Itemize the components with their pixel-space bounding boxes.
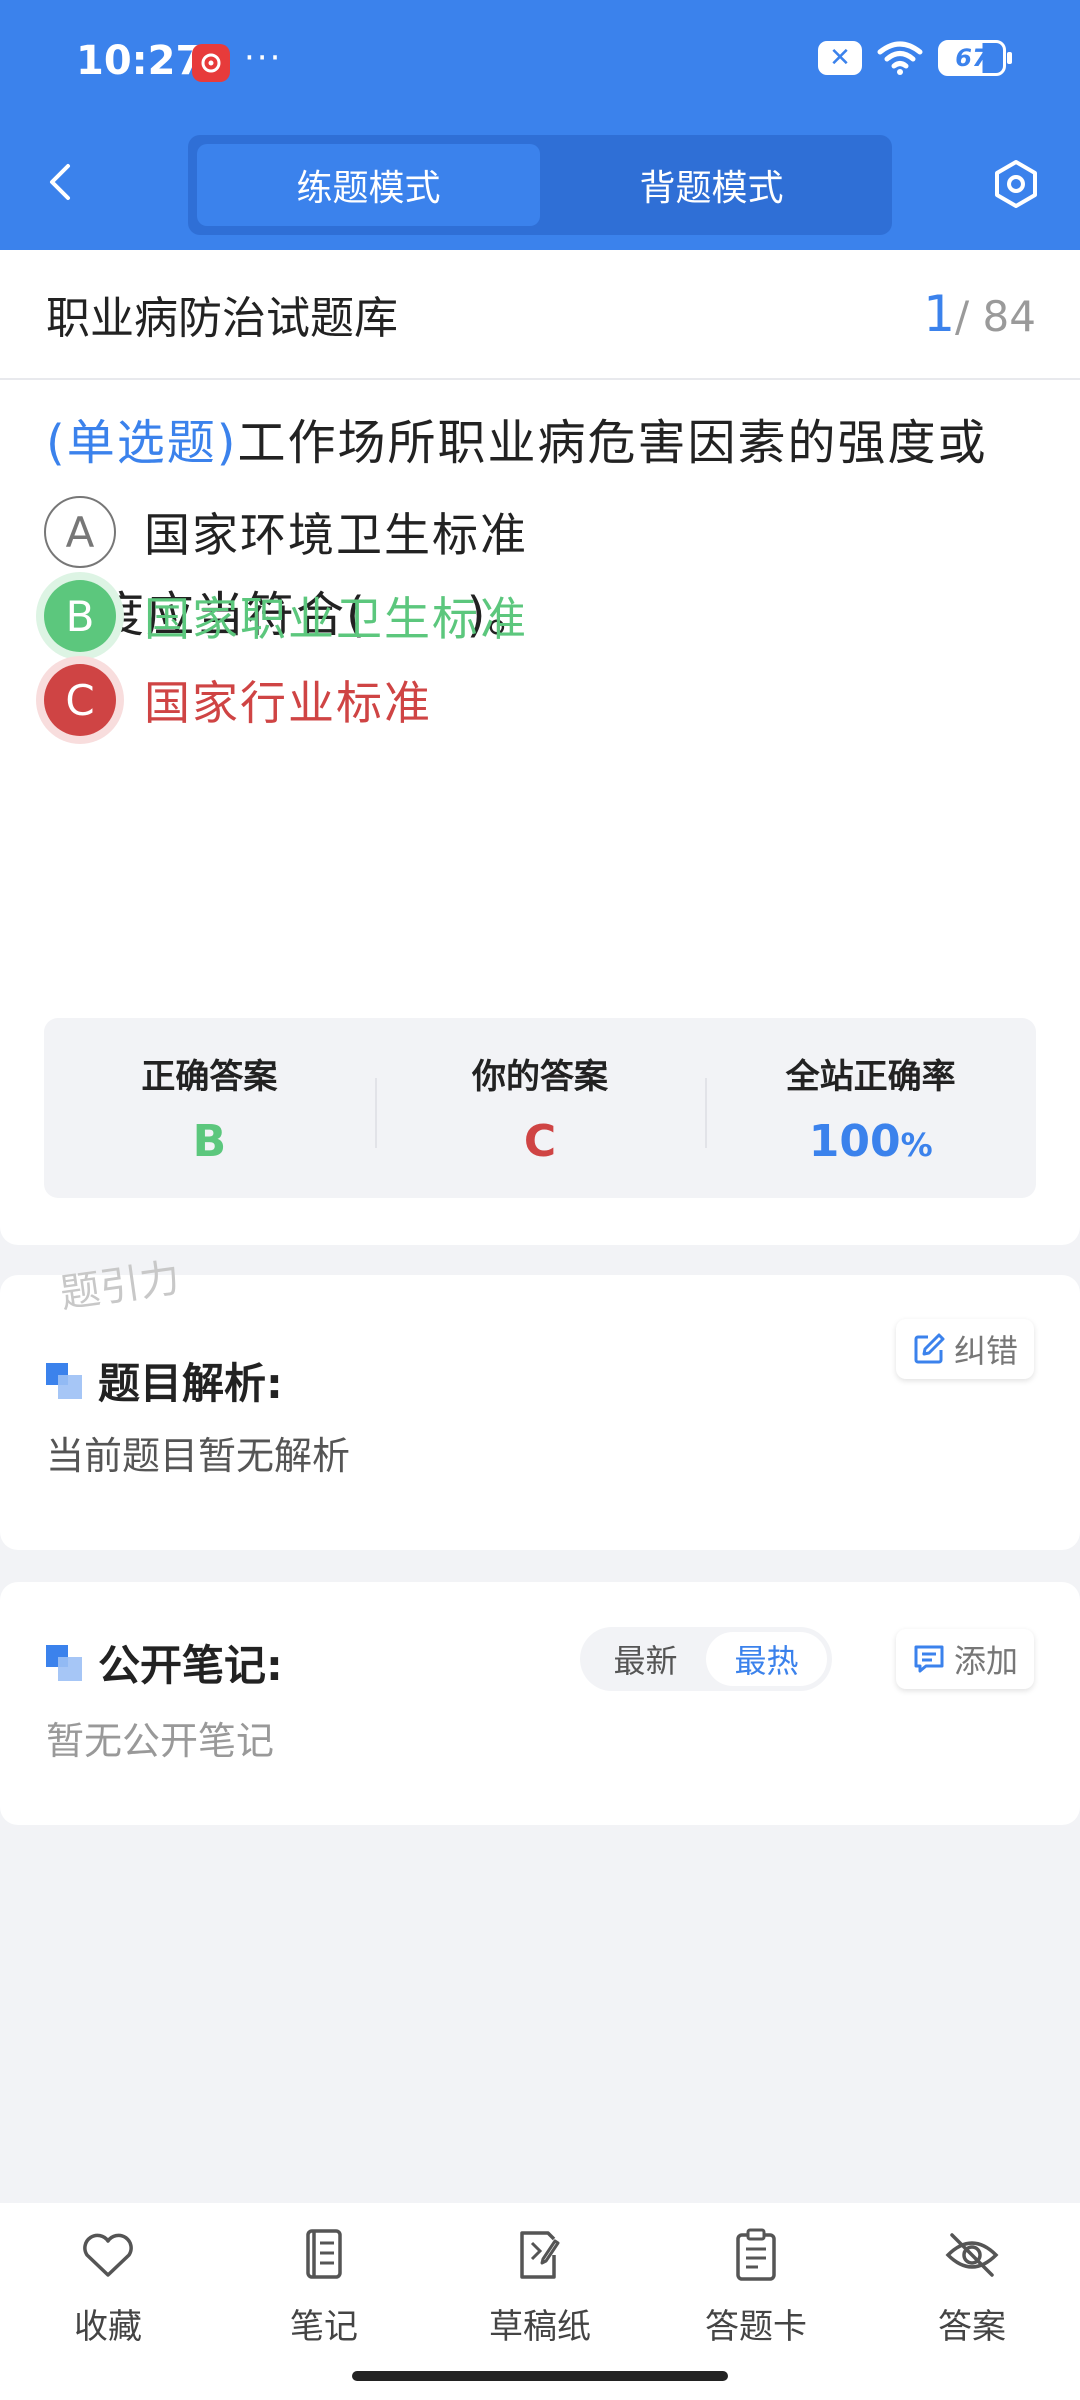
- heart-icon: [83, 2233, 133, 2277]
- notes-title-text: 公开笔记:: [98, 1641, 283, 1690]
- stat-yours-label: 你的答案: [472, 1057, 608, 1097]
- eye-off-icon: [945, 2233, 999, 2277]
- answer-stats: 正确答案 B 你的答案 C 全站正确率 100%: [44, 1018, 1036, 1198]
- nav-answer-card-label: 答题卡: [705, 2307, 807, 2347]
- stat-rate-label: 全站正确率: [785, 1057, 956, 1097]
- option-b-text: 国家职业卫生标准: [144, 592, 528, 646]
- report-error-button[interactable]: 纠错: [895, 1319, 1034, 1379]
- stat-rate-unit: %: [900, 1126, 933, 1164]
- analysis-content: 当前题目暂无解析: [46, 1434, 351, 1478]
- answer-card-icon: [736, 2228, 776, 2281]
- status-time: 10:27: [76, 38, 204, 84]
- stat-rate-number: 100: [808, 1116, 901, 1167]
- option-c-letter: C: [44, 664, 116, 736]
- analysis-title: 题目解析:: [46, 1350, 283, 1411]
- section-square-icon: [46, 1362, 82, 1399]
- question-counter: 1/ 84: [923, 285, 1036, 343]
- back-arrow-icon[interactable]: [40, 160, 84, 204]
- stat-yours-value: C: [523, 1116, 557, 1167]
- comment-icon: [914, 1645, 944, 1673]
- status-icons: ✕ 67: [818, 40, 1012, 76]
- notes-title: 公开笔记:: [46, 1632, 283, 1693]
- edit-icon: [914, 1333, 945, 1364]
- option-a-letter: A: [44, 496, 116, 568]
- notes-sort-toggle: 最新 最热: [580, 1627, 832, 1691]
- tab-practice-mode[interactable]: 练题模式: [197, 144, 540, 226]
- option-a-text: 国家环境卫生标准: [144, 508, 528, 562]
- mode-toggle: 练题模式 背题模式: [188, 135, 892, 235]
- question-bank-title: 职业病防治试题库: [46, 293, 398, 344]
- settings-hexagon-icon[interactable]: [990, 158, 1042, 210]
- option-c-text: 国家行业标准: [144, 676, 432, 730]
- stat-site-accuracy: 全站正确率 100%: [705, 1018, 1036, 1198]
- app-header: 10:27 ··· ✕ 67 练题模式 背题模式: [0, 0, 1080, 250]
- stat-rate-value: 100%: [809, 1116, 933, 1167]
- analysis-card: 题目解析: 纠错 当前题目暂无解析: [0, 1275, 1080, 1550]
- tab-memorize-mode[interactable]: 背题模式: [540, 144, 883, 226]
- nav-answer-label: 答案: [938, 2307, 1006, 2347]
- question-bank-bar: 职业病防治试题库 1/ 84: [0, 250, 1080, 380]
- sort-latest[interactable]: 最新: [585, 1632, 706, 1686]
- option-c[interactable]: C 国家行业标准: [44, 664, 432, 736]
- notebook-icon: [306, 2229, 342, 2279]
- section-square-icon: [46, 1644, 82, 1681]
- stat-correct-label: 正确答案: [141, 1057, 278, 1097]
- nav-answer[interactable]: 答案: [882, 2225, 1062, 2400]
- close-badge-icon: ✕: [818, 41, 862, 75]
- home-indicator[interactable]: [352, 2371, 728, 2381]
- question-card: 职业病防治试题库 1/ 84 (单选题)工作场所职业病危害因素的强度或者 浓度应…: [0, 250, 1080, 1245]
- stat-your-answer: 你的答案 C: [374, 1018, 706, 1198]
- notes-empty: 暂无公开笔记: [46, 1719, 275, 1763]
- analysis-title-text: 题目解析:: [98, 1359, 283, 1408]
- stat-correct-value: B: [192, 1116, 227, 1167]
- add-note-button[interactable]: 添加: [895, 1629, 1034, 1689]
- current-question-number: 1: [923, 285, 956, 343]
- status-bar: 10:27 ··· ✕ 67: [0, 0, 1080, 125]
- scratch-paper-icon: [520, 2231, 560, 2279]
- nav-favorite-label: 收藏: [74, 2307, 142, 2347]
- report-error-label: 纠错: [953, 1332, 1018, 1370]
- more-notifications-icon: ···: [244, 38, 283, 78]
- wifi-icon: [877, 41, 923, 75]
- sort-hottest[interactable]: 最热: [706, 1632, 827, 1686]
- question-type: (单选题): [46, 415, 238, 471]
- add-note-label: 添加: [953, 1642, 1018, 1680]
- option-b-letter: B: [44, 580, 116, 652]
- nav-scratch-label: 草稿纸: [489, 2307, 591, 2347]
- netease-music-icon: [192, 44, 230, 82]
- option-b[interactable]: B 国家职业卫生标准: [44, 580, 528, 652]
- battery-level: 67: [955, 44, 989, 72]
- stat-correct-answer: 正确答案 B: [44, 1018, 375, 1198]
- option-a[interactable]: A 国家环境卫生标准: [44, 496, 528, 568]
- total-questions: / 84: [955, 292, 1036, 341]
- nav-notes-label: 笔记: [290, 2307, 358, 2347]
- battery-icon: 67: [938, 40, 1012, 76]
- notes-card: 公开笔记: 最新 最热 添加 暂无公开笔记: [0, 1582, 1080, 1825]
- nav-favorite[interactable]: 收藏: [18, 2225, 198, 2400]
